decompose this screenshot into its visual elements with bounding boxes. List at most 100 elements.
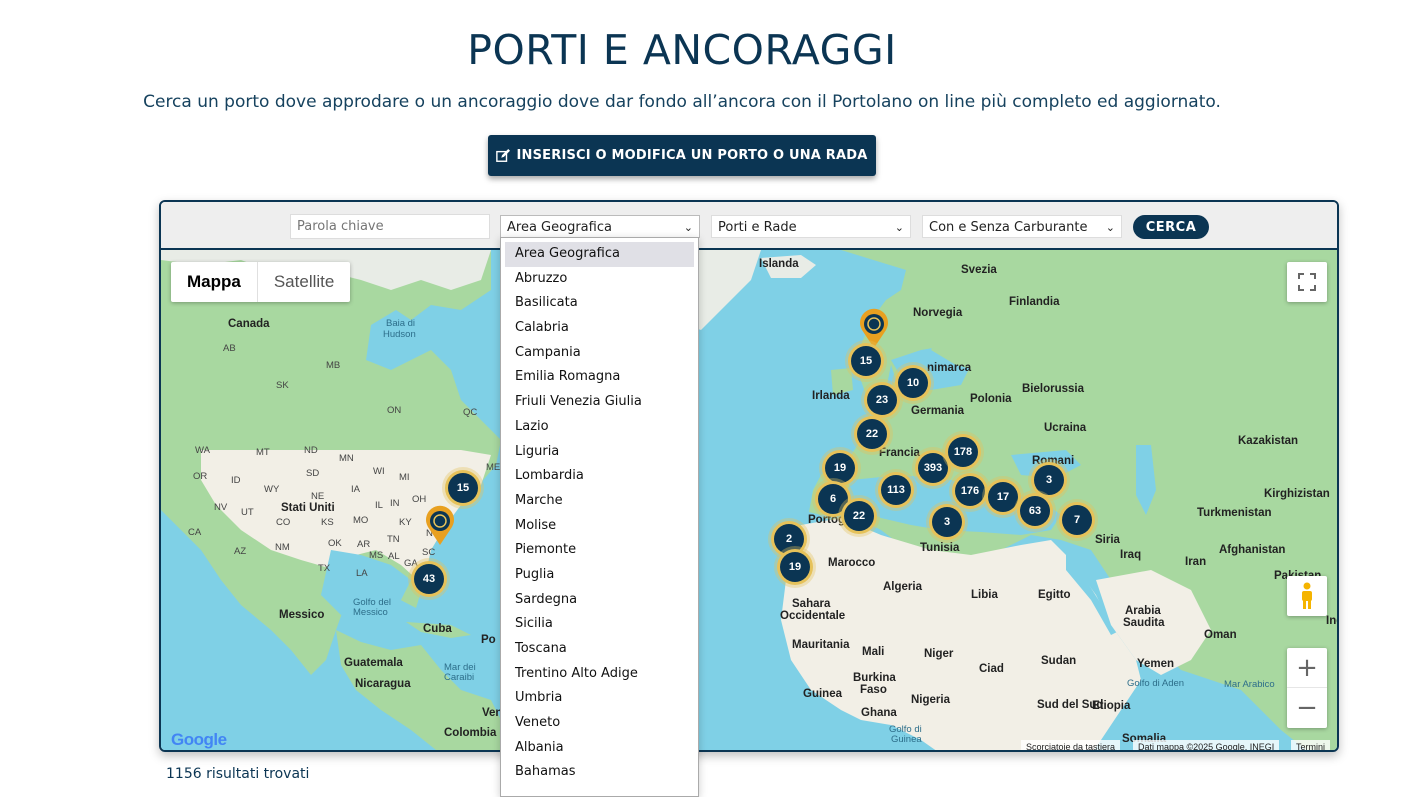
port-cluster[interactable]: 15 (851, 346, 881, 376)
map-label: Canada (228, 318, 270, 330)
map-type-satellite-button[interactable]: Satellite (256, 262, 350, 302)
map-label: Norvegia (913, 307, 963, 319)
keyword-input[interactable] (290, 214, 490, 239)
map-label: Irlanda (812, 390, 850, 402)
dropdown-option[interactable]: Basilicata (505, 291, 694, 316)
dropdown-option[interactable]: Sardegna (505, 588, 694, 613)
map-label: ON (387, 405, 402, 416)
dropdown-option[interactable]: Emilia Romagna (505, 365, 694, 390)
area-dropdown[interactable]: Area Geografica Abruzzo Basilicata Calab… (500, 237, 699, 797)
dropdown-option[interactable]: Trentino Alto Adige (505, 662, 694, 687)
map-label: Cuba (423, 623, 452, 635)
dropdown-option[interactable]: Campania (505, 341, 694, 366)
port-cluster[interactable]: 22 (844, 501, 874, 531)
port-cluster[interactable]: 23 (867, 385, 897, 415)
map-label: AB (223, 343, 236, 354)
dropdown-option[interactable]: Lazio (505, 415, 694, 440)
chevron-down-icon: ⌄ (894, 221, 904, 234)
map-label: Golfo di Aden (1127, 678, 1185, 689)
search-button[interactable]: CERCA (1133, 215, 1209, 239)
porti-select[interactable]: Porti e Rade ⌄ (711, 215, 911, 238)
dropdown-option[interactable]: Lombardia (505, 464, 694, 489)
port-cluster[interactable]: 10 (898, 368, 928, 398)
dropdown-option[interactable]: Sicilia (505, 612, 694, 637)
filter-bar: Area Geografica ⌄ Porti e Rade ⌄ Con e Sen… (161, 202, 1337, 250)
map-label: KY (399, 517, 412, 528)
port-cluster[interactable]: 19 (825, 453, 855, 483)
zoom-out-button[interactable]: − (1287, 688, 1327, 728)
port-cluster[interactable]: 17 (988, 482, 1018, 512)
area-select[interactable]: Area Geografica ⌄ (500, 215, 700, 238)
dropdown-option[interactable]: Marche (505, 489, 694, 514)
port-cluster[interactable]: 22 (857, 419, 887, 449)
dropdown-option[interactable]: Liguria (505, 440, 694, 465)
port-cluster[interactable]: 113 (881, 475, 911, 505)
map-data-attribution: Dati mappa ©2025 Google, INEGI (1133, 740, 1280, 750)
dropdown-option[interactable]: Toscana (505, 637, 694, 662)
dropdown-option[interactable]: Calabria (505, 316, 694, 341)
dropdown-option[interactable]: Albania (505, 736, 694, 761)
port-cluster[interactable]: 3 (932, 507, 962, 537)
chevron-down-icon: ⌄ (1105, 221, 1115, 234)
map-label: WA (195, 445, 210, 456)
map-label: MN (339, 453, 354, 464)
google-logo-text: Google (171, 730, 227, 749)
map-label: Po (481, 634, 496, 646)
fullscreen-button[interactable] (1287, 262, 1327, 302)
map-label: Hudson (383, 329, 416, 340)
port-cluster[interactable]: 3 (1034, 465, 1064, 495)
zoom-in-button[interactable]: + (1287, 648, 1327, 688)
port-cluster[interactable]: 63 (1020, 496, 1050, 526)
map-label: Kirghizistan (1264, 488, 1330, 500)
port-cluster[interactable]: 43 (414, 564, 444, 594)
chevron-down-icon: ⌄ (683, 221, 693, 234)
add-port-button[interactable]: INSERISCI O MODIFICA UN PORTO O UNA RADA (488, 135, 876, 176)
keyboard-shortcuts-link[interactable]: Scorciatoie da tastiera (1021, 740, 1121, 750)
port-cluster[interactable]: 178 (948, 437, 978, 467)
port-cluster[interactable]: 15 (448, 473, 478, 503)
map-label: WI (373, 466, 385, 477)
map-label: Svezia (961, 264, 997, 276)
page-title: PORTI E ANCORAGGI (467, 26, 897, 74)
port-cluster[interactable]: 2 (774, 524, 804, 554)
dropdown-option[interactable]: Molise (505, 514, 694, 539)
map-label: TX (318, 563, 331, 574)
terms-link[interactable]: Termini (1291, 740, 1331, 750)
page-subtitle: Cerca un porto dove approdare o un ancor… (143, 92, 1221, 112)
port-cluster[interactable]: 19 (780, 552, 810, 582)
dropdown-option[interactable]: Umbria (505, 686, 694, 711)
map-label: SK (276, 380, 289, 391)
dropdown-option[interactable]: Bahamas (505, 760, 694, 785)
port-cluster[interactable]: 6 (818, 484, 848, 514)
dropdown-option[interactable]: Veneto (505, 711, 694, 736)
carburante-select[interactable]: Con e Senza Carburante ⌄ (922, 215, 1122, 238)
port-pin-icon[interactable] (424, 505, 456, 545)
port-pin-icon[interactable] (858, 308, 890, 348)
map-type-map-button[interactable]: Mappa (171, 262, 257, 302)
dropdown-option[interactable]: Abruzzo (505, 267, 694, 292)
map-label: Ciad (979, 663, 1004, 675)
map-label: Occidentale (780, 610, 846, 622)
map-label: GA (404, 558, 418, 569)
map-label: MO (353, 515, 369, 526)
port-cluster[interactable]: 393 (918, 453, 948, 483)
map-label: Portog (808, 514, 846, 526)
dropdown-option[interactable]: Puglia (505, 563, 694, 588)
dropdown-option[interactable]: Piemonte (505, 538, 694, 563)
zoom-controls: + − (1287, 648, 1327, 728)
port-cluster[interactable]: 176 (955, 476, 985, 506)
map-label: Egitto (1038, 589, 1071, 601)
map-label: Ind (1326, 615, 1337, 627)
map[interactable]: Mappa Satellite Canada Baia di Hudson St… (161, 250, 1337, 750)
map-label: AR (357, 539, 371, 550)
map-label: QC (463, 407, 478, 418)
street-view-button[interactable] (1287, 576, 1327, 616)
dropdown-option[interactable]: Area Geografica (505, 242, 694, 267)
map-label: IL (375, 500, 383, 511)
map-label: ME (486, 462, 501, 473)
port-cluster[interactable]: 7 (1062, 505, 1092, 535)
dropdown-option[interactable]: Friuli Venezia Giulia (505, 390, 694, 415)
map-label: KS (321, 517, 334, 528)
map-label: Islanda (759, 258, 799, 270)
map-label: Afghanistan (1219, 544, 1286, 556)
